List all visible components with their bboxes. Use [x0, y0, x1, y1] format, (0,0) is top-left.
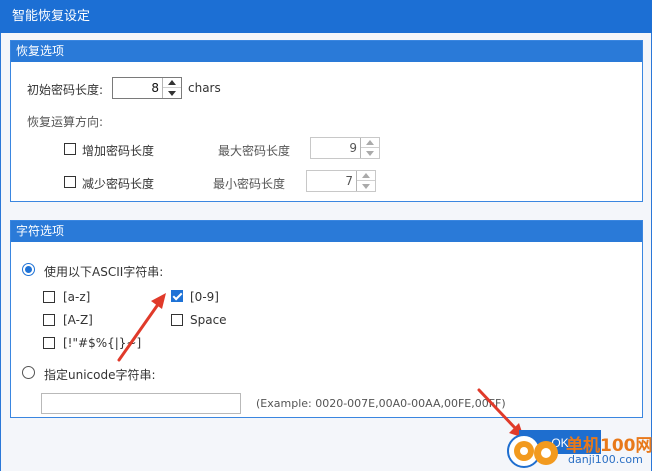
annotation-arrows [117, 293, 524, 438]
arrow-to-digits-checkbox-icon [117, 293, 166, 362]
window-title: 智能恢复设定 [12, 9, 91, 24]
window-titlebar: 智能恢复设定 [0, 0, 652, 33]
watermark-logo: 单机100网 danji100.com [504, 425, 652, 471]
dialog-body: 恢复选项 初始密码长度: 8 chars 恢复运算方向: 增加密码长度 最大密码… [0, 33, 652, 471]
watermark-domain: danji100.com [568, 453, 643, 466]
